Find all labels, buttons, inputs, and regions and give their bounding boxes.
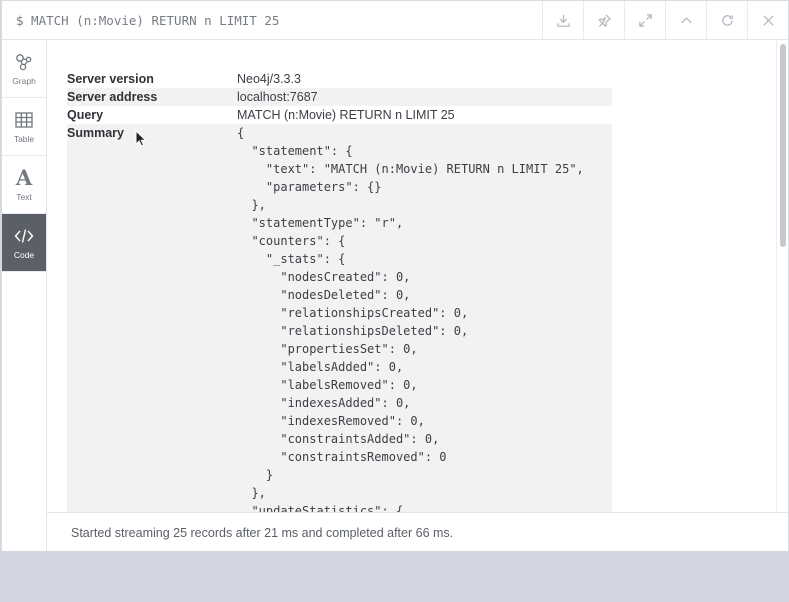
rerun-icon [721,14,733,26]
server-version-label: Server version [67,72,154,86]
frame-command[interactable]: $ MATCH (n:Movie) RETURN n LIMIT 25 [16,13,279,28]
text-icon: A [15,165,33,190]
server-address-label: Server address [67,88,237,106]
close-icon [762,14,774,26]
result-frame: $ MATCH (n:Movie) RETURN n LIMIT 25 Grap… [1,0,789,551]
status-message: Started streaming 25 records after 21 ms… [71,526,454,540]
sidebar-item-label: Code [13,250,35,260]
code-view: Server version Neo4j/3.3.3 Server addres… [47,40,788,512]
download-button[interactable] [542,1,583,39]
table-icon [15,112,33,128]
table-row: Summary { "statement": { "text": "MATCH … [67,124,612,512]
summary-json[interactable]: { "statement": { "text": "MATCH (n:Movie… [237,124,612,512]
code-icon [14,229,34,243]
table-row: Query MATCH (n:Movie) RETURN n LIMIT 25 [67,106,612,124]
download-icon [556,14,570,27]
sidebar-item-graph[interactable]: Graph [2,40,46,98]
frame-statusbar: Started streaming 25 records after 21 ms… [47,512,788,551]
sidebar-item-table[interactable]: Table [2,98,46,156]
sidebar-item-label: Table [13,134,35,144]
pin-button[interactable] [583,1,624,39]
rerun-button[interactable] [706,1,747,39]
sidebar-item-code[interactable]: Code [2,214,46,272]
mouse-cursor-icon [135,130,147,147]
table-row: Server address localhost:7687 [67,88,612,106]
table-row: Server version Neo4j/3.3.3 [67,70,612,88]
summary-table: Server version Neo4j/3.3.3 Server addres… [67,70,612,512]
sidebar-item-label: Text [16,192,32,202]
expand-button[interactable] [624,1,665,39]
summary-value: { "statement": { "text": "MATCH (n:Movie… [237,124,612,512]
expand-icon [638,13,652,27]
close-button[interactable] [747,1,788,39]
sidebar-item-text[interactable]: A Text [2,156,46,214]
query-value: MATCH (n:Movie) RETURN n LIMIT 25 [237,108,455,122]
vertical-scrollbar[interactable] [776,40,788,512]
summary-label: Summary [67,124,237,512]
collapse-icon [680,16,692,23]
graph-icon [16,54,32,71]
scrollbar-thumb[interactable] [780,44,786,247]
query-label: Query [67,108,104,122]
view-sidebar: Graph Table A Text Code [2,40,47,551]
server-version-value: Neo4j/3.3.3 [237,72,301,86]
pin-icon [597,13,611,27]
frame-toolbar [542,1,788,39]
collapse-button[interactable] [665,1,706,39]
server-address-value: localhost:7687 [237,88,612,106]
frame-titlebar: $ MATCH (n:Movie) RETURN n LIMIT 25 [2,1,788,40]
sidebar-item-label: Graph [12,76,36,86]
